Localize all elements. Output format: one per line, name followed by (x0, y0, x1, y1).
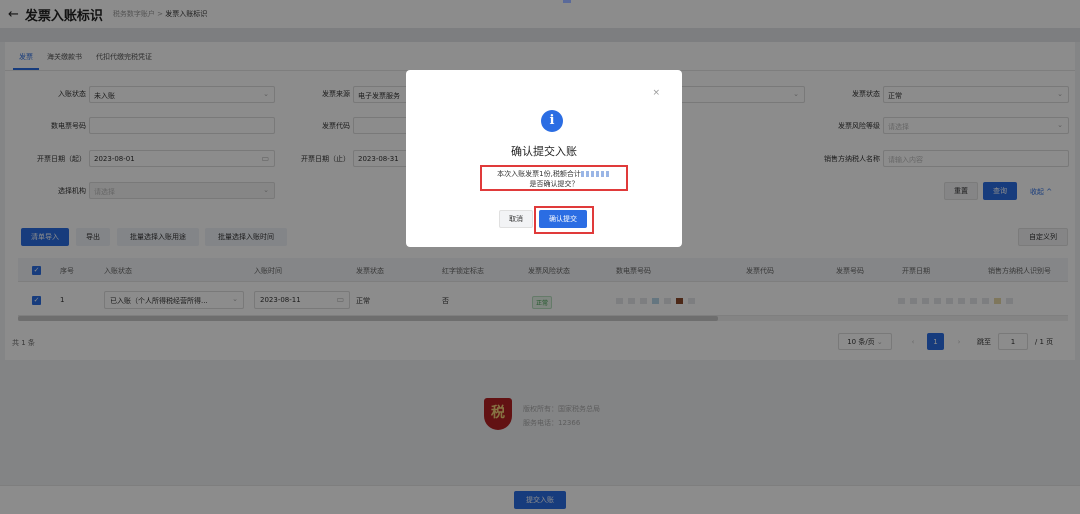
close-icon[interactable]: × (652, 88, 660, 98)
confirm-submit-button[interactable]: 确认提交 (539, 210, 587, 228)
modal-title: 确认提交入账 (511, 145, 577, 158)
modal-message-highlight: 本次入账发票1份,税额合计 是否确认提交？ (480, 165, 628, 191)
modal-message-text: 本次入账发票1份,税额合计 (497, 170, 581, 178)
redacted-amount (580, 171, 611, 177)
modal-message-line1: 本次入账发票1份,税额合计 (482, 169, 626, 179)
confirm-modal: × i 确认提交入账 本次入账发票1份,税额合计 是否确认提交？ 取消 确认提交 (406, 70, 682, 247)
cancel-button[interactable]: 取消 (499, 210, 533, 228)
top-marker (563, 0, 571, 3)
modal-message-line2: 是否确认提交？ (529, 180, 579, 188)
info-icon: i (541, 110, 563, 132)
